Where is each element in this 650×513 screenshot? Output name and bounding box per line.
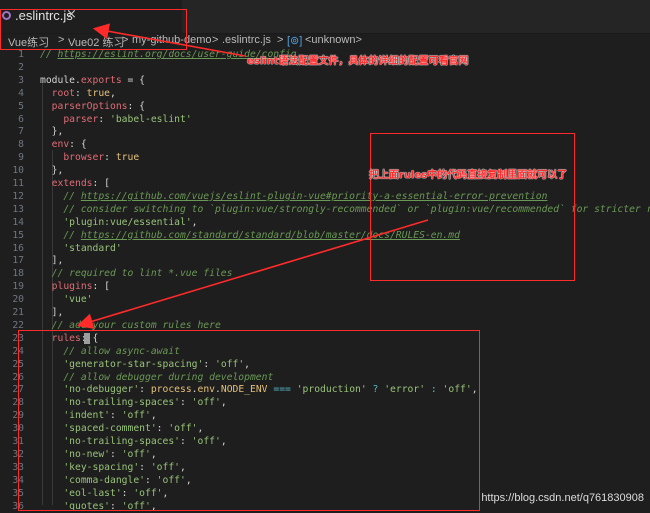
code-token: root [40,87,75,99]
code-token: = { [121,74,145,86]
code-token: // required to lint *.vue files [40,268,233,280]
annotation-box-tab [0,9,187,50]
breadcrumb-item[interactable]: .eslintrc.js [222,34,271,46]
line-number: 11 [12,178,24,189]
code-token: , [191,216,198,228]
code-text: browser: true [40,151,139,164]
code-text: parser: 'babel-eslint' [40,113,192,126]
code-token: plugins [40,281,93,293]
line-number: 18 [12,268,24,280]
code-text: ], [40,254,64,267]
line-number: 19 [12,281,24,293]
code-text: 'standard' [40,242,122,255]
line-number: 5 [18,100,24,112]
annotation-box-note [370,133,575,281]
breadcrumb-item[interactable]: <unknown> [305,34,362,46]
code-token: }, [40,165,64,177]
code-token: : [104,152,116,164]
code-line[interactable]: 19 plugins: [ [0,280,650,293]
line-number: 20 [12,294,24,306]
code-token: 'standard' [63,242,122,254]
code-text: plugins: [ [40,280,110,293]
line-number: 9 [18,152,24,164]
code-token: : [ [92,281,111,293]
line-number: 7 [18,126,24,138]
line-number: 12 [12,190,24,202]
line-number: 8 [18,139,24,151]
code-token: 'plugin:vue/essential' [63,216,192,228]
line-number: 4 [18,87,24,99]
line-number: 3 [18,74,24,86]
line-number: 21 [12,307,24,318]
breadcrumb-separator: > [212,34,219,46]
code-text: parserOptions: { [40,100,145,113]
line-number: 16 [12,242,24,254]
watermark: https://blog.csdn.net/q761830908 [481,492,644,504]
code-line[interactable]: 20 'vue' [0,293,650,306]
code-token: }, [40,126,64,138]
line-number: 10 [12,165,24,177]
code-text: }, [40,125,64,138]
code-token: ], [40,307,64,318]
line-number: 14 [12,216,24,228]
code-token: parser [40,113,99,125]
code-text: 'plugin:vue/essential', [40,216,198,229]
code-text: module.exports = { [40,74,145,87]
line-number: 2 [18,61,24,73]
code-token: : [75,87,87,99]
breadcrumb-separator: > [277,34,284,46]
code-line[interactable]: 21 ], [0,306,650,319]
code-token: : { [127,100,146,112]
code-token: browser [40,152,105,164]
code-token: env [40,139,70,151]
code-token: 'babel-eslint' [110,113,192,125]
code-token: ], [40,255,64,267]
code-token: 'vue' [63,294,93,306]
code-text: // required to lint *.vue files [40,267,233,280]
code-token: // [40,190,81,202]
code-text: extends: [ [40,177,110,190]
code-line[interactable]: 3 module.exports = { [0,74,650,87]
annotation-box-rules [18,330,480,511]
code-token: module. [40,74,81,86]
annotation-note-eslint: eslint语法配置文件，具体的详细的配置可看官网 [247,56,469,67]
code-token: exports [80,74,122,86]
code-text: }, [40,164,64,177]
line-number: 6 [18,113,24,125]
code-text: root: true, [40,87,116,100]
code-line[interactable]: 6 parser: 'babel-eslint' [0,113,650,126]
code-token: true [115,152,140,164]
code-token: : [98,113,110,125]
code-token: // [40,229,81,241]
code-text: env: { [40,138,87,151]
code-text: ], [40,306,64,319]
code-token: , [110,87,116,99]
code-token: // [40,49,58,60]
line-number: 17 [12,255,24,267]
line-number: 13 [12,203,24,215]
code-token: parserOptions [40,100,128,112]
line-number: 15 [12,229,24,241]
code-line[interactable]: 4 root: true, [0,87,650,100]
code-line[interactable]: 5 parserOptions: { [0,100,650,113]
code-token: : { [69,139,87,151]
code-token: : [ [92,178,111,189]
code-text: 'vue' [40,293,93,306]
annotation-note-copy: 把上面rules中的代码直接复制里面就可以了 [369,170,568,181]
code-token: true [86,87,111,99]
code-token: extends [40,178,93,189]
